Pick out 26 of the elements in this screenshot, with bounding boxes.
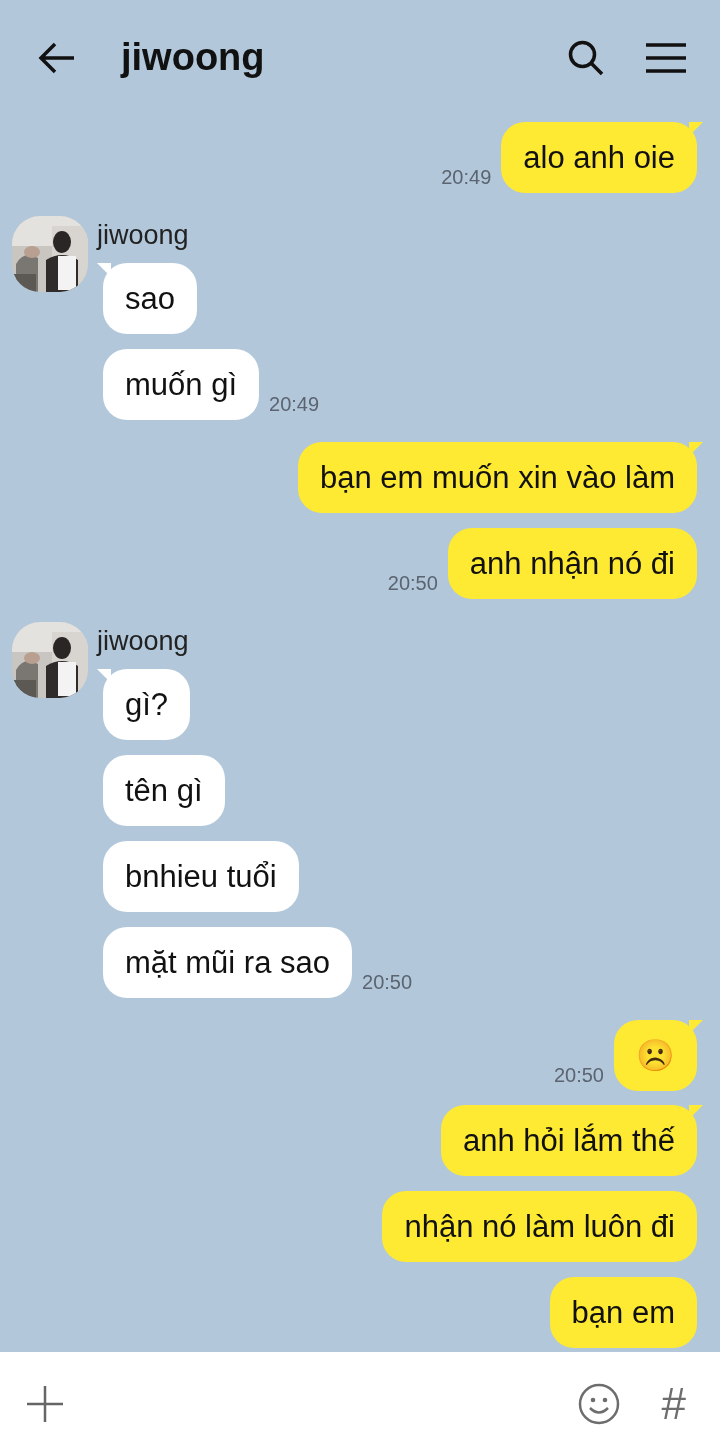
message-bubble[interactable]: alo anh oie	[501, 122, 697, 193]
plus-icon[interactable]	[27, 1386, 63, 1422]
message-time: 20:50	[362, 971, 413, 994]
message-time: 20:49	[441, 166, 492, 189]
message-bubble[interactable]: anh nhận nó đi	[447, 528, 697, 599]
emoji-icon[interactable]	[577, 1383, 620, 1425]
hashtag-button[interactable]: #	[661, 1382, 686, 1426]
back-icon[interactable]	[38, 41, 76, 74]
message-bubble[interactable]: bnhieu tuổi	[103, 841, 299, 912]
sender-name: jiwoong	[97, 628, 190, 654]
message-bubble[interactable]: anh hỏi lắm thế	[441, 1105, 697, 1176]
message-bubble[interactable]: mặt mũi ra sao	[103, 927, 352, 998]
message-bubble[interactable]: bạn em	[549, 1277, 697, 1348]
message-time: 20:49	[269, 393, 320, 416]
search-icon[interactable]	[568, 39, 604, 76]
message-bubble[interactable]: nhận nó làm luôn đi	[382, 1191, 697, 1262]
message-bubble[interactable]: gì?	[103, 669, 191, 740]
message-time: 20:50	[387, 572, 438, 595]
message-bubble[interactable]: tên gì	[103, 755, 225, 826]
message-time: 20:50	[553, 1064, 604, 1087]
message-bubble[interactable]: sao	[103, 263, 197, 334]
menu-icon[interactable]	[646, 42, 686, 73]
sender-name: jiwoong	[97, 222, 190, 248]
chat-title: jiwoong	[121, 36, 266, 79]
message-bubble[interactable]: bạn em muốn xin vào làm	[298, 442, 697, 513]
message-bubble[interactable]: muốn gì	[103, 349, 259, 420]
